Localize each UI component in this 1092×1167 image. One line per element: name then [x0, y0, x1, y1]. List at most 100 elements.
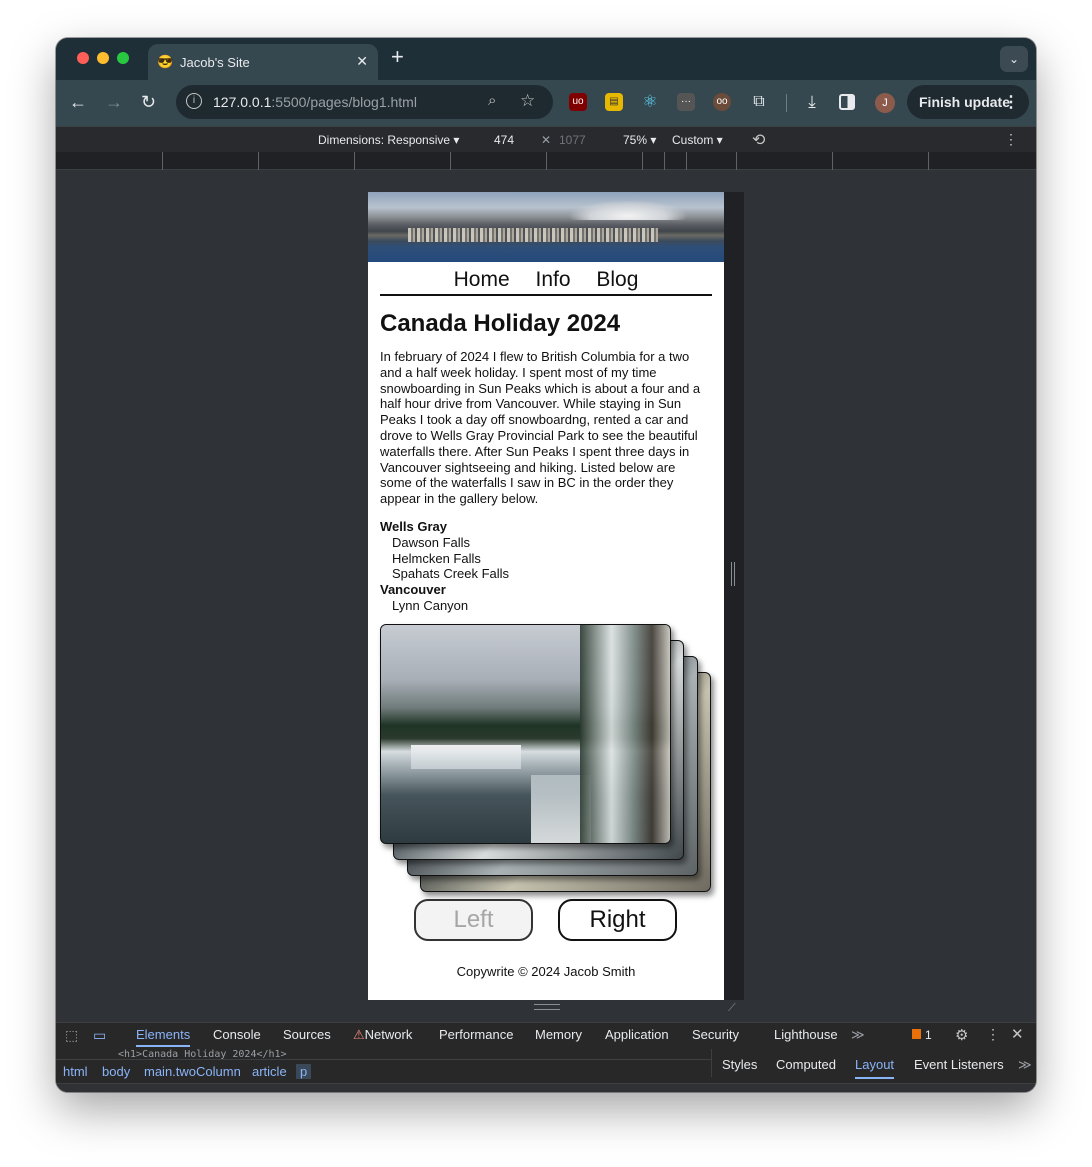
breadcrumb-item-selected[interactable]: p — [296, 1064, 312, 1079]
media-query-ruler[interactable] — [56, 152, 1036, 170]
region-heading: Vancouver — [380, 582, 446, 598]
rotate-icon[interactable]: ⟲ — [752, 130, 765, 150]
tab-computed[interactable]: Computed — [776, 1057, 836, 1072]
list-item: Spahats Creek Falls — [392, 566, 510, 582]
list-item: Lynn Canyon — [392, 597, 469, 613]
tab-lighthouse[interactable]: Lighthouse — [774, 1027, 838, 1042]
minimize-window-button[interactable] — [97, 52, 109, 64]
more-tabs-chevron-icon[interactable]: ≫ — [851, 1027, 865, 1043]
favicon-icon: 😎 — [157, 54, 174, 69]
download-icon[interactable]: ⤓ — [803, 93, 821, 111]
photo-gallery — [380, 624, 712, 894]
extension-dots-icon[interactable]: ··· — [677, 93, 695, 111]
breadcrumb-item[interactable]: html — [63, 1064, 88, 1079]
resize-bottom-handle-icon[interactable] — [534, 1004, 560, 1010]
tab-application[interactable]: Application — [605, 1027, 669, 1042]
profile-avatar[interactable]: J — [875, 93, 895, 113]
styles-pane-tabs: Styles Computed Layout Event Listeners ≫ — [711, 1049, 1036, 1079]
device-toolbar: Dimensions: Responsive ▾ 474 ✕ 1077 75% … — [56, 126, 1036, 152]
close-devtools-icon[interactable]: ✕ — [1011, 1025, 1024, 1043]
zoom-select[interactable]: 75% ▾ — [623, 133, 656, 147]
tab-close-icon[interactable]: ✕ — [356, 53, 368, 70]
region-heading: Wells Gray — [380, 519, 447, 534]
new-tab-icon[interactable]: + — [391, 46, 404, 68]
ruler-tick — [258, 152, 259, 170]
nav-blog-link[interactable]: Blog — [596, 268, 638, 291]
tab-elements[interactable]: Elements — [136, 1027, 191, 1047]
highlighter-extension-icon[interactable]: ▤ — [605, 93, 623, 111]
site-info-icon[interactable]: i — [186, 93, 202, 109]
url-text[interactable]: 127.0.0.1:5500/pages/blog1.html — [213, 94, 417, 110]
tab-title: Jacob's Site — [180, 55, 250, 70]
breadcrumb-item[interactable]: body — [102, 1064, 130, 1079]
tab-network[interactable]: ⚠Network — [353, 1027, 412, 1043]
issue-flag-icon — [912, 1029, 921, 1039]
breadcrumb: html body main.twoColumn article p — [56, 1059, 711, 1081]
tab-strip: 😎 Jacob's Site ✕ + ⌄ — [56, 38, 1036, 80]
extensions-puzzle-icon[interactable]: ⧉ — [750, 93, 768, 111]
ruler-tick — [664, 152, 665, 170]
side-panel-icon[interactable] — [839, 94, 855, 110]
viewport-side-handle[interactable] — [724, 192, 744, 1000]
waterfall-list: Wells Gray Dawson Falls Helmcken Falls S… — [380, 519, 509, 614]
browser-tab[interactable]: 😎 Jacob's Site ✕ — [148, 44, 378, 80]
resize-corner-icon[interactable]: ⟋ — [728, 1002, 740, 1014]
breadcrumb-item[interactable]: article — [252, 1064, 287, 1079]
tab-event-listeners[interactable]: Event Listeners — [914, 1057, 1004, 1072]
left-button[interactable]: Left — [414, 899, 533, 941]
browser-toolbar: ← → ↻ i 127.0.0.1:5500/pages/blog1.html … — [56, 80, 1036, 126]
zoom-icon[interactable]: ⌕ — [488, 92, 496, 109]
list-item: Helmcken Falls — [392, 550, 481, 566]
owl-extension-icon[interactable]: oo — [713, 93, 731, 111]
finish-update-button[interactable]: Finish update ⋮ — [907, 85, 1029, 119]
settings-gear-icon[interactable]: ⚙ — [955, 1026, 968, 1044]
more-options-icon[interactable]: ⋮ — [1004, 131, 1018, 148]
nav-home-link[interactable]: Home — [454, 268, 510, 291]
ruler-tick — [832, 152, 833, 170]
close-window-button[interactable] — [77, 52, 89, 64]
devtools-menu-icon[interactable]: ⋮ — [986, 1026, 1000, 1043]
tab-search-chevron-icon[interactable]: ⌄ — [1000, 46, 1028, 72]
address-bar[interactable]: i 127.0.0.1:5500/pages/blog1.html ⌕ ☆ — [176, 85, 553, 119]
nav-info-link[interactable]: Info — [535, 268, 570, 291]
breadcrumb-item[interactable]: main.twoColumn — [144, 1064, 241, 1079]
browser-window: 😎 Jacob's Site ✕ + ⌄ ← → ↻ i 127.0.0.1:5… — [56, 38, 1036, 1092]
reload-icon[interactable]: ↻ — [141, 92, 156, 112]
waterfall-detail — [411, 745, 521, 769]
tab-layout[interactable]: Layout — [855, 1057, 895, 1079]
ruler-tick — [162, 152, 163, 170]
vancouver-banner-image — [368, 192, 724, 262]
width-input[interactable]: 474 — [494, 133, 514, 147]
tab-styles[interactable]: Styles — [722, 1057, 757, 1072]
back-arrow-icon[interactable]: ← — [69, 92, 87, 112]
bookmark-star-icon[interactable]: ☆ — [520, 91, 535, 111]
issues-badge[interactable]: 1 — [912, 1028, 932, 1042]
devtools-panel: ⬚ ▭ Elements Console Sources ⚠Network Pe… — [56, 1022, 1036, 1092]
menu-kebab-icon: ⋮ — [1003, 94, 1019, 111]
forward-arrow-icon[interactable]: → — [105, 92, 123, 112]
toolbar-divider — [786, 94, 787, 112]
tab-security[interactable]: Security — [692, 1027, 739, 1042]
devtools-drawer[interactable] — [56, 1083, 1036, 1092]
tab-console[interactable]: Console — [213, 1027, 261, 1042]
site-nav: Home Info Blog — [380, 268, 712, 296]
ruler-tick — [928, 152, 929, 170]
more-side-tabs-chevron-icon[interactable]: ≫ — [1018, 1057, 1032, 1073]
ublock-extension-icon[interactable]: uo — [569, 93, 587, 111]
dimensions-select[interactable]: Dimensions: Responsive ▾ — [318, 133, 459, 147]
throttle-select[interactable]: Custom ▾ — [672, 133, 723, 147]
react-devtools-icon[interactable]: ⚛ — [641, 93, 659, 111]
maximize-window-button[interactable] — [117, 52, 129, 64]
resize-handle-icon[interactable] — [731, 562, 735, 586]
device-toggle-icon[interactable]: ▭ — [93, 1027, 106, 1044]
ruler-tick — [642, 152, 643, 170]
tab-memory[interactable]: Memory — [535, 1027, 582, 1042]
finish-update-label: Finish update — [919, 94, 1010, 110]
tab-performance[interactable]: Performance — [439, 1027, 513, 1042]
height-input[interactable]: 1077 — [559, 133, 586, 147]
list-item: Dawson Falls — [392, 534, 471, 550]
post-title: Canada Holiday 2024 — [380, 310, 621, 337]
inspect-element-icon[interactable]: ⬚ — [65, 1027, 78, 1044]
tab-sources[interactable]: Sources — [283, 1027, 331, 1042]
right-button[interactable]: Right — [558, 899, 677, 941]
